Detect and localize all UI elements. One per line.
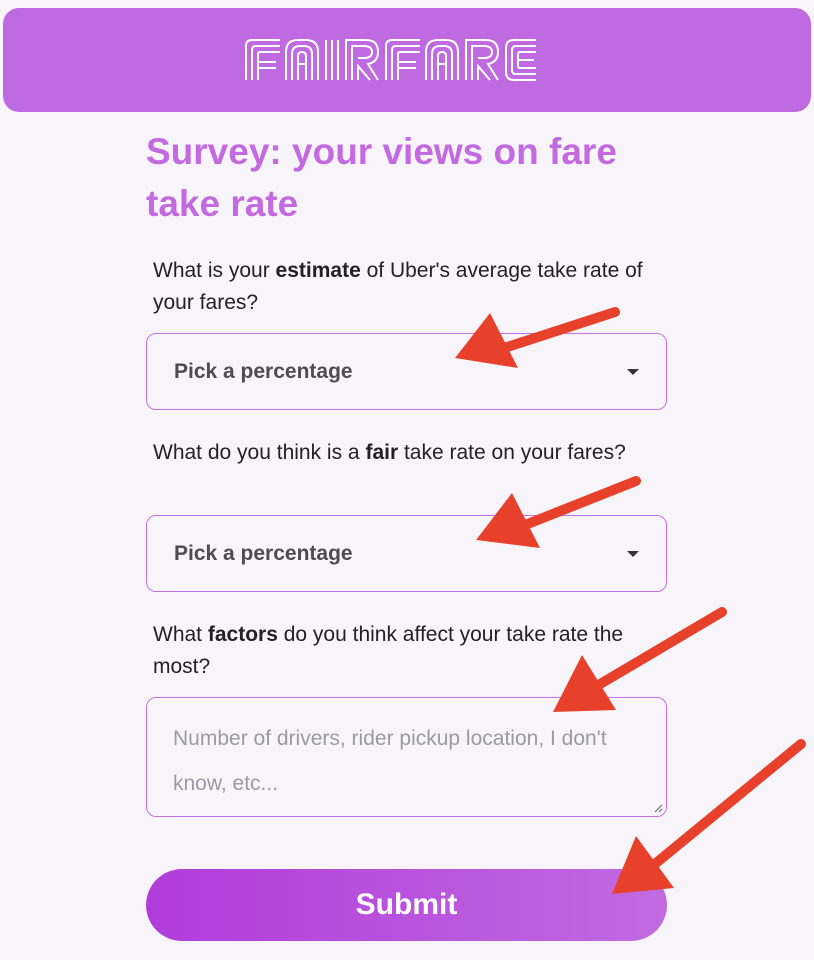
textarea-placeholder: Number of drivers, rider pickup location… [173,727,607,795]
chevron-down-icon [627,551,639,557]
submit-button[interactable]: Submit [146,869,667,941]
question-keyword: fair [365,441,399,464]
fair-take-rate-select[interactable]: Pick a percentage [146,515,667,592]
question-text: take rate on your fares? [398,441,626,464]
question-fair: What do you think is a fair take rate on… [153,437,653,469]
fairfare-logo [245,39,536,81]
survey-page: Survey: your views on fare take rate Wha… [0,0,814,960]
estimate-take-rate-select[interactable]: Pick a percentage [146,333,667,410]
question-text: What is your [153,259,276,282]
resize-handle-icon[interactable] [653,803,663,813]
question-estimate: What is your estimate of Uber's average … [153,255,653,319]
question-keyword: factors [207,623,278,646]
question-keyword: estimate [275,259,361,282]
question-factors: What factors do you think affect your ta… [153,619,653,683]
factors-textarea[interactable]: Number of drivers, rider pickup location… [146,697,667,817]
select-value: Pick a percentage [174,359,353,383]
select-value: Pick a percentage [174,541,353,565]
app-header [3,8,811,112]
question-text: What [153,623,208,646]
question-text: What do you think is a [153,441,366,464]
chevron-down-icon [627,369,639,375]
survey-title: Survey: your views on fare take rate [146,131,617,224]
